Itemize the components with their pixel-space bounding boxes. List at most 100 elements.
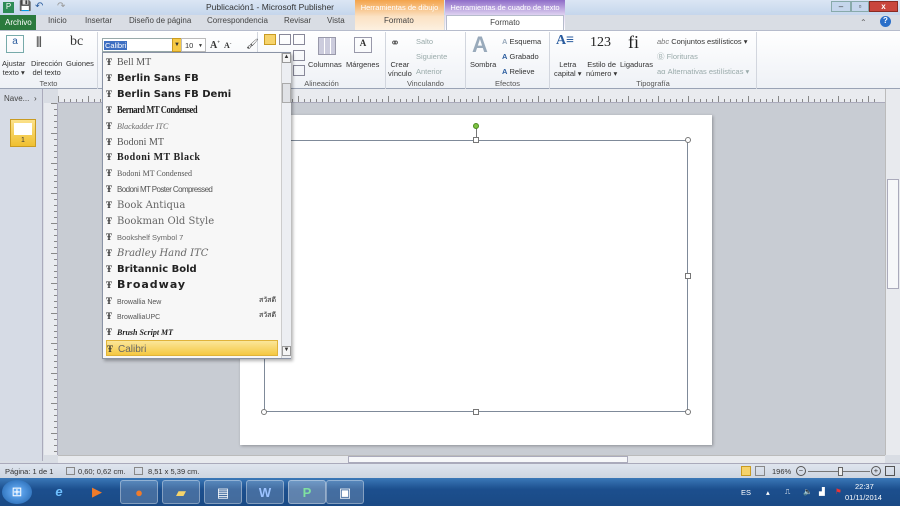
estilo-numero-button[interactable]: Estilo de número ▾ [586,60,617,78]
font-option[interactable]: Ŧ Book Antiqua [106,197,278,213]
single-page-view-icon[interactable] [741,466,751,476]
margins-icon[interactable]: A [354,37,372,53]
ligaduras-button[interactable]: Ligaduras [620,60,653,69]
minimize-ribbon-icon[interactable]: ⌃ [860,18,867,27]
zoom-out-button[interactable]: − [796,466,806,476]
zoom-in-button[interactable]: + [871,466,881,476]
clear-format-icon[interactable]: 🖌 [246,39,259,50]
sombra-button[interactable]: Sombra [470,60,496,69]
font-option[interactable]: Ŧ Berlin Sans FB Demi [106,86,278,102]
font-option[interactable]: Ŧ Bradley Hand ITC [106,245,278,261]
relieve-button[interactable]: A Relieve [502,67,535,76]
page-thumbnail[interactable]: 1 [10,119,36,147]
maximize-button[interactable]: ▫ [851,1,869,12]
font-option[interactable]: Ŧ Blackadder ITC [106,118,278,134]
drop-cap-icon[interactable]: A≡ [556,33,574,49]
internet-explorer-icon[interactable]: e [40,480,78,504]
link-icon[interactable]: ⚭ [390,36,400,50]
anterior-button[interactable]: Anterior [416,67,442,76]
media-player-icon[interactable]: ▶ [78,480,116,504]
start-button[interactable]: ⊞ [2,480,32,504]
font-option[interactable]: Ŧ Bell MT [106,54,278,70]
language-indicator[interactable]: ES [741,488,751,497]
esquema-button[interactable]: A Esquema [502,37,541,46]
tab-inicio[interactable]: Inicio [48,16,67,25]
page-indicator[interactable]: Página: 1 de 1 [5,467,53,476]
font-option[interactable]: Ŧ Bodoni MT Condensed [106,165,278,181]
font-option[interactable]: Ŧ Bodoni MT Poster Compressed [106,181,278,197]
show-hidden-icons[interactable]: ▴ [766,488,770,497]
fit-page-button[interactable] [885,466,895,476]
font-option[interactable]: Ŧ Britannic Bold [106,261,278,277]
columns-icon[interactable] [318,37,336,55]
letra-capital-button[interactable]: Letra capital ▾ [554,60,582,78]
tab-formato-dibujo[interactable]: Formato [384,16,414,25]
zoom-slider-thumb[interactable] [838,467,843,476]
rotate-handle[interactable] [473,123,479,129]
minimize-button[interactable]: – [831,1,851,12]
tab-archivo[interactable]: Archivo [0,15,36,30]
conjuntos-estilisticos-button[interactable]: abc Conjuntos estilísticos ▾ [657,37,747,46]
font-option[interactable]: Ŧ Broadway [106,277,278,293]
tab-correspondencia[interactable]: Correspondencia [207,16,268,25]
vertical-ruler[interactable] [44,103,58,455]
clock-time[interactable]: 22:37 [855,482,874,491]
florituras-button[interactable]: Ⓑ Florituras [657,52,698,61]
file-explorer-icon[interactable]: ▰ [162,480,200,504]
tab-revisar[interactable]: Revisar [284,16,311,25]
font-option[interactable]: Ŧ Brush Script MT [106,324,278,340]
firefox-icon[interactable]: ● [120,480,158,504]
resize-handle[interactable] [685,137,691,143]
notepad-icon[interactable]: ▤ [204,480,242,504]
font-option[interactable]: Ŧ Calibri [106,340,278,357]
font-option[interactable]: Ŧ Bookshelf Symbol 7 [106,229,278,245]
network-icon[interactable]: ⎍ [785,487,790,497]
zoom-level[interactable]: 196% [772,467,791,476]
font-option[interactable]: Ŧ Bernard MT Condensed [106,102,278,118]
alternativas-button[interactable]: aα Alternativas estilísticas ▾ [657,67,749,76]
ligatures-icon[interactable]: fi [628,32,639,53]
tab-insertar[interactable]: Insertar [85,16,112,25]
font-option[interactable]: Ŧ Bookman Old Style [106,213,278,229]
font-option[interactable]: Ŧ Browallia New สวัสดี [106,293,278,309]
action-center-icon[interactable]: ⚑ [835,487,842,496]
margenes-button[interactable]: Márgenes [346,60,379,69]
clock-date[interactable]: 01/11/2014 [845,493,882,502]
font-list-scrollbar[interactable]: ▲ ▼ [281,53,291,358]
shadow-icon[interactable]: A [472,32,488,58]
help-icon[interactable]: ? [880,16,891,27]
picture-viewer-icon[interactable]: ▣ [326,480,364,504]
font-option[interactable]: Ŧ BrowalliaUPC สวัสดี [106,308,278,324]
vertical-scrollbar[interactable] [885,89,900,455]
resize-handle[interactable] [473,137,479,143]
ajustar-texto-button[interactable]: Ajustar texto ▾ [2,59,25,77]
word-icon[interactable]: W [246,480,284,504]
number-style-icon[interactable]: 123 [590,35,611,51]
resize-handle[interactable] [685,273,691,279]
two-page-view-icon[interactable] [755,466,765,476]
resize-handle[interactable] [685,409,691,415]
tab-formato-cuadro-texto[interactable]: Formato [446,15,564,30]
resize-handle[interactable] [473,409,479,415]
font-option[interactable]: Ŧ Berlin Sans FB [106,70,278,86]
crear-vinculo-button[interactable]: Crear vínculo [388,60,412,78]
wrap-text-icon[interactable]: a [6,35,24,53]
font-size-input[interactable]: 10 ▼ [181,38,206,52]
salto-button[interactable]: Salto [416,37,433,46]
signal-icon[interactable]: ▟ [819,487,825,496]
close-button[interactable]: x [869,1,898,12]
siguiente-button[interactable]: Siguiente [416,52,447,61]
grow-font-icon[interactable]: A+ [210,40,220,51]
text-direction-icon[interactable]: ⫴ [36,34,42,51]
text-box[interactable] [261,123,691,415]
font-option[interactable]: Ŧ Bodoni MT [106,134,278,150]
font-option[interactable]: Ŧ Bodoni MT Black [106,149,278,165]
font-name-input[interactable]: Calibri [102,38,182,52]
shrink-font-icon[interactable]: A- [224,41,231,50]
resize-handle[interactable] [261,409,267,415]
direccion-texto-button[interactable]: Dirección del texto [31,59,62,77]
tab-diseno-pagina[interactable]: Diseño de página [129,16,191,25]
grabado-button[interactable]: A Grabado [502,52,539,61]
expand-nav-icon[interactable]: › [34,94,37,103]
tab-vista[interactable]: Vista [327,16,345,25]
